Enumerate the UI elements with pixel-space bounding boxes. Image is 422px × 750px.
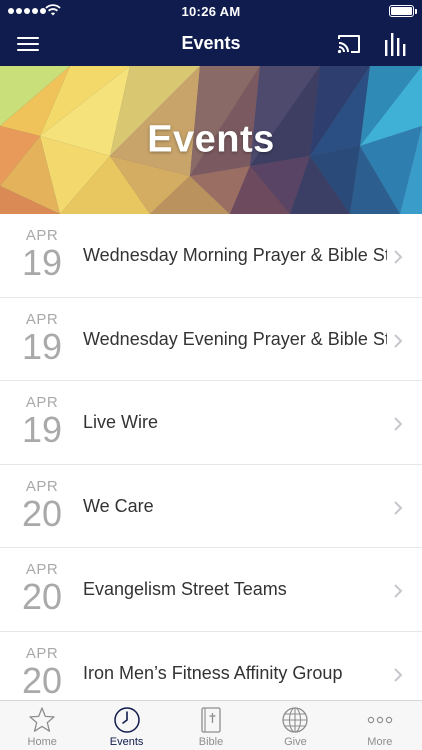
event-name: Wednesday Morning Prayer & Bible Study xyxy=(83,245,387,265)
tab-label: Events xyxy=(109,736,144,748)
tab-label: Home xyxy=(27,736,57,748)
tab-more[interactable]: More xyxy=(338,701,422,750)
event-date: APR 19 xyxy=(14,311,70,367)
event-date: APR 20 xyxy=(14,478,70,534)
star-icon xyxy=(29,707,55,732)
event-day: 20 xyxy=(21,659,63,700)
chevron-right-icon xyxy=(394,667,403,682)
event-day: 19 xyxy=(21,242,63,283)
more-icon xyxy=(367,716,393,724)
cast-icon[interactable] xyxy=(336,32,362,56)
clock-icon xyxy=(113,707,140,733)
tab-label: Bible xyxy=(198,736,224,748)
event-row[interactable]: APR 19 Wednesday Morning Prayer & Bible … xyxy=(0,214,422,298)
tab-label: More xyxy=(367,736,393,748)
globe-icon xyxy=(282,707,309,733)
chevron-right-icon xyxy=(394,250,403,264)
event-row[interactable]: APR 19 Wednesday Evening Prayer & Bible … xyxy=(0,297,422,381)
chevron-right-icon xyxy=(394,417,403,431)
event-name: We Care xyxy=(83,495,154,516)
bible-icon xyxy=(201,707,221,733)
event-row[interactable]: APR 20 We Care xyxy=(0,464,422,548)
event-date: APR 19 xyxy=(14,395,70,448)
event-day: 19 xyxy=(21,325,63,367)
tab-events[interactable]: Events xyxy=(84,701,168,750)
tab-give[interactable]: Give xyxy=(253,701,337,750)
banner-title: Events xyxy=(147,118,275,161)
event-list: APR 19 Wednesday Morning Prayer & Bible … xyxy=(0,214,422,700)
event-name: Live Wire xyxy=(83,412,159,432)
event-day: 20 xyxy=(21,576,63,617)
event-day: 19 xyxy=(21,409,63,450)
tab-home[interactable]: Home xyxy=(0,701,84,750)
status-bar: 10:26 AM xyxy=(0,0,422,22)
battery-icon xyxy=(389,5,417,17)
event-name: Iron Men’s Fitness Affinity Group xyxy=(83,662,343,683)
chevron-right-icon xyxy=(394,500,403,515)
event-date: APR 20 xyxy=(14,645,70,700)
tab-label: Give xyxy=(284,736,307,748)
tab-bible[interactable]: Bible xyxy=(169,701,253,750)
events-banner: Events xyxy=(0,66,422,214)
event-date: APR 20 xyxy=(14,562,70,615)
status-time: 10:26 AM xyxy=(181,4,241,19)
audio-bars-icon[interactable] xyxy=(384,31,406,57)
event-row[interactable]: APR 20 Iron Men’s Fitness Affinity Group xyxy=(0,631,422,700)
chevron-right-icon xyxy=(394,584,403,598)
navigation-bar: Events xyxy=(0,22,422,66)
event-date: APR 19 xyxy=(14,228,70,281)
event-day: 20 xyxy=(21,492,63,534)
tab-bar: Home Events Bible Give More xyxy=(0,700,422,750)
event-row[interactable]: APR 20 Evangelism Street Teams xyxy=(0,548,422,632)
event-row[interactable]: APR 19 Live Wire xyxy=(0,381,422,465)
chevron-right-icon xyxy=(394,333,403,348)
event-name: Evangelism Street Teams xyxy=(83,579,287,599)
event-name: Wednesday Evening Prayer & Bible Study xyxy=(83,328,387,349)
